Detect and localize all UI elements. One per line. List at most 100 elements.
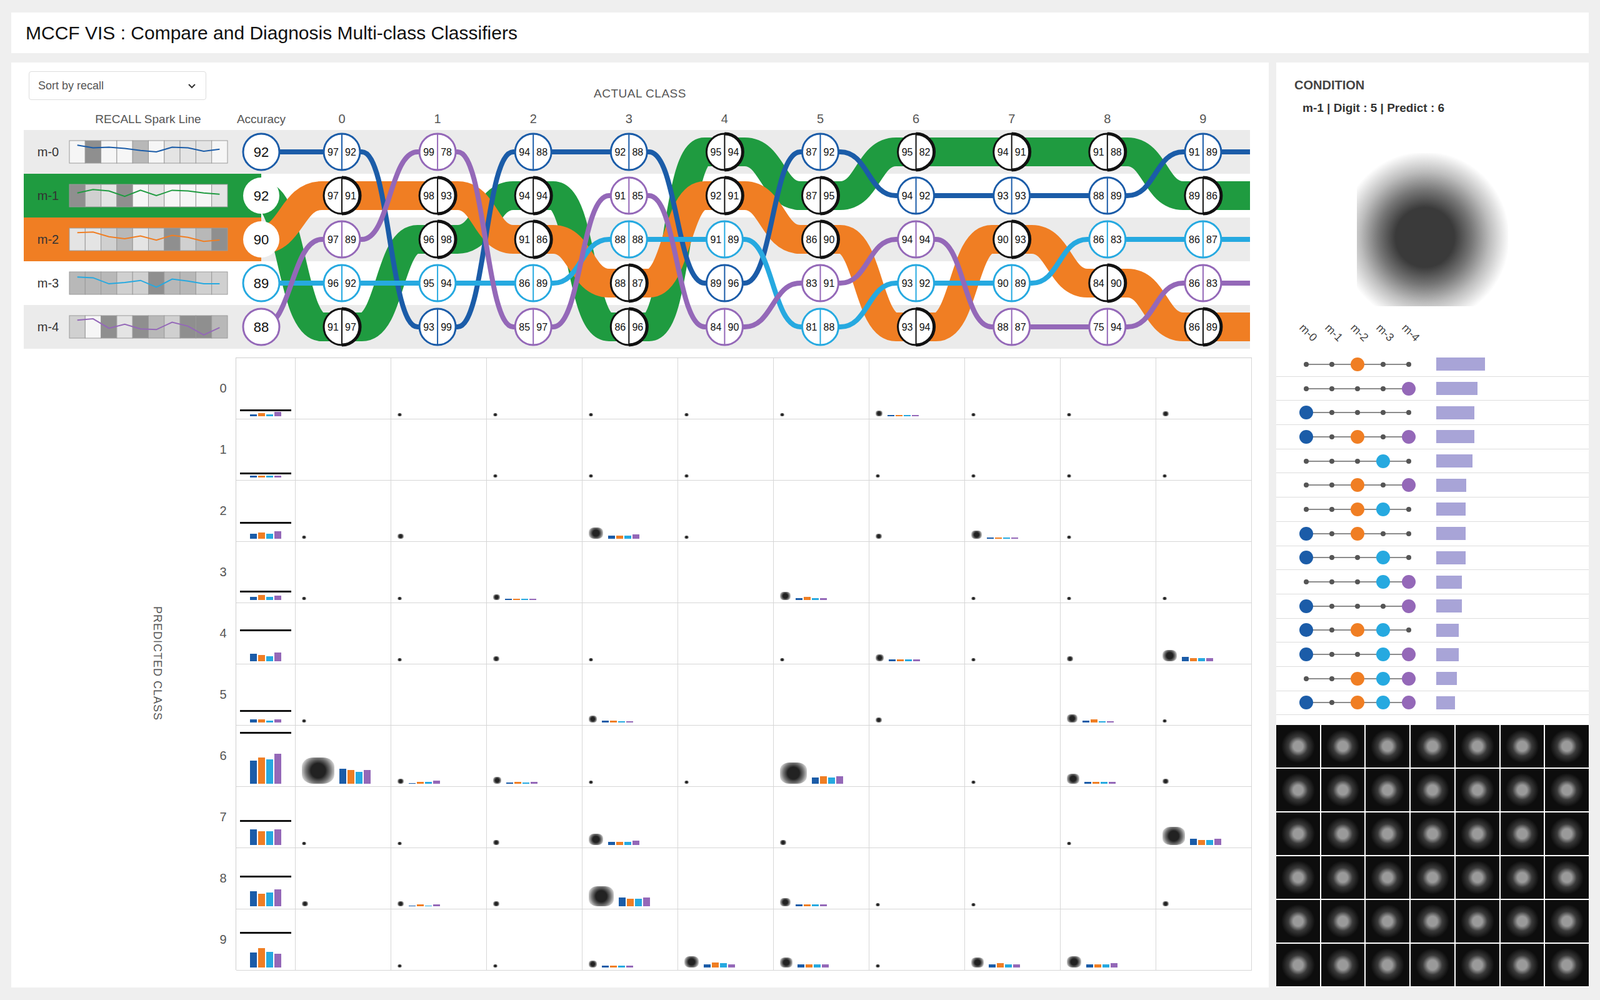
digit-thumbnail[interactable] (1066, 413, 1072, 417)
class-score-circle[interactable]: 8888 (610, 221, 647, 258)
sample-thumbnail[interactable] (1276, 856, 1320, 899)
error-bar[interactable] (905, 659, 912, 662)
error-bar[interactable] (635, 898, 642, 907)
matrix-cell[interactable] (678, 786, 774, 849)
error-bar[interactable] (811, 777, 819, 784)
digit-thumbnail[interactable] (1162, 901, 1169, 907)
digit-thumbnail[interactable] (301, 757, 335, 784)
digit-thumbnail[interactable] (397, 596, 402, 600)
digit-thumbnail[interactable] (875, 410, 883, 417)
error-bar[interactable] (408, 783, 416, 784)
matrix-cell[interactable] (582, 541, 679, 604)
digit-thumbnail[interactable] (780, 898, 791, 907)
error-bar[interactable] (433, 904, 440, 907)
matrix-cell[interactable] (295, 603, 392, 665)
error-bar[interactable] (1100, 781, 1108, 784)
class-score-circle[interactable]: 9492 (898, 177, 935, 214)
matrix-cell[interactable] (1156, 848, 1252, 910)
sample-thumbnail[interactable] (1365, 725, 1410, 768)
error-bar[interactable] (266, 533, 274, 540)
class-score-circle[interactable]: 8887 (610, 265, 647, 302)
summary-cell[interactable] (236, 358, 296, 420)
digit-thumbnail[interactable] (493, 413, 498, 417)
matrix-cell[interactable] (869, 419, 965, 481)
error-bar[interactable] (601, 720, 609, 723)
class-score-circle[interactable]: 8986 (1185, 177, 1222, 214)
summary-cell[interactable] (236, 480, 296, 542)
model-label[interactable]: m-0 (37, 145, 59, 159)
class-score-circle[interactable]: 8795 (802, 177, 839, 214)
digit-thumbnail[interactable] (397, 413, 402, 417)
digit-thumbnail[interactable] (780, 840, 787, 845)
error-bar[interactable] (624, 535, 632, 539)
sample-thumbnail[interactable] (1500, 768, 1545, 812)
error-bar[interactable] (355, 771, 363, 784)
error-bar[interactable] (514, 781, 522, 784)
digit-thumbnail[interactable] (780, 591, 791, 600)
matrix-cell[interactable] (678, 541, 774, 604)
matrix-cell[interactable] (582, 909, 679, 971)
combination-row[interactable] (1276, 400, 1589, 425)
error-bar[interactable] (266, 720, 274, 723)
error-bar[interactable] (250, 760, 257, 784)
error-bar[interactable] (363, 770, 371, 784)
digit-thumbnail[interactable] (971, 413, 976, 417)
combination-row[interactable] (1276, 546, 1589, 571)
error-bar[interactable] (1013, 964, 1020, 968)
error-bar[interactable] (896, 659, 904, 662)
matrix-cell[interactable] (582, 480, 679, 542)
error-bar[interactable] (522, 782, 530, 784)
digit-thumbnail[interactable] (1066, 474, 1072, 478)
digit-thumbnail[interactable] (397, 901, 404, 907)
digit-thumbnail[interactable] (588, 886, 614, 907)
combination-row[interactable] (1276, 618, 1589, 644)
sample-thumbnail[interactable] (1410, 943, 1455, 987)
model-ribbon[interactable] (261, 151, 1250, 327)
matrix-cell[interactable] (965, 664, 1061, 726)
matrix-cell[interactable] (486, 786, 583, 849)
matrix-cell[interactable] (486, 848, 583, 910)
matrix-cell[interactable] (486, 603, 583, 665)
error-bar[interactable] (339, 768, 347, 784)
error-bar[interactable] (828, 777, 835, 784)
error-bar[interactable] (1206, 658, 1214, 662)
matrix-cell[interactable] (678, 603, 774, 665)
error-bar[interactable] (1198, 840, 1205, 846)
matrix-cell[interactable] (582, 419, 679, 481)
matrix-cell[interactable] (486, 664, 583, 726)
error-bar[interactable] (1084, 781, 1092, 784)
digit-thumbnail[interactable] (780, 957, 793, 968)
error-bar[interactable] (266, 596, 274, 600)
error-bar[interactable] (1190, 838, 1197, 845)
matrix-cell[interactable] (678, 664, 774, 726)
matrix-cell[interactable] (1156, 909, 1252, 971)
digit-thumbnail[interactable] (397, 533, 404, 539)
error-bar[interactable] (274, 889, 282, 907)
error-bar[interactable] (266, 759, 274, 784)
error-bar[interactable] (624, 841, 632, 845)
class-score-circle[interactable]: 9186 (515, 221, 552, 258)
error-bar[interactable] (616, 841, 624, 845)
matrix-cell[interactable] (391, 358, 487, 420)
class-score-circle[interactable]: 9791 (323, 177, 360, 214)
sample-thumbnail[interactable] (1455, 768, 1500, 812)
class-score-circle[interactable]: 8887 (993, 308, 1030, 345)
sample-thumbnail[interactable] (1321, 812, 1365, 855)
digit-thumbnail[interactable] (1162, 650, 1177, 662)
sample-thumbnail[interactable] (1321, 943, 1365, 987)
sample-thumbnail[interactable] (1545, 943, 1589, 987)
matrix-cell[interactable] (391, 603, 487, 665)
summary-cell[interactable] (236, 664, 296, 726)
error-bar[interactable] (913, 659, 920, 662)
matrix-cell[interactable] (486, 419, 583, 481)
digit-thumbnail[interactable] (493, 594, 500, 600)
matrix-cell[interactable] (295, 541, 392, 604)
class-score-circle[interactable]: 9399 (419, 308, 456, 345)
error-bar[interactable] (903, 415, 911, 417)
error-bar[interactable] (529, 598, 537, 600)
matrix-cell[interactable] (391, 909, 487, 971)
sample-thumbnail[interactable] (1276, 768, 1320, 812)
error-bar[interactable] (820, 598, 827, 600)
error-bar[interactable] (1190, 658, 1197, 662)
digit-thumbnail[interactable] (971, 780, 976, 784)
